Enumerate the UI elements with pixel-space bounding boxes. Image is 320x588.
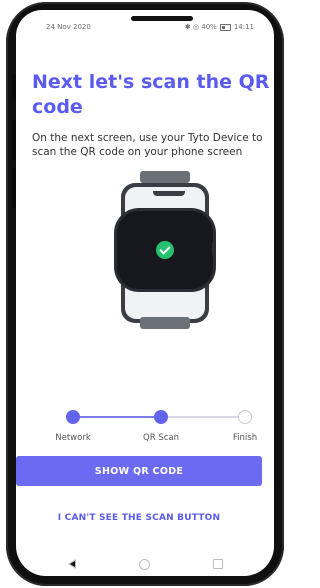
device-strap-bottom — [140, 317, 190, 329]
stepper-line-1 — [73, 416, 161, 418]
watch-device-icon — [117, 211, 213, 289]
notch — [131, 16, 193, 21]
back-icon[interactable] — [67, 559, 76, 569]
phone-notch-illustration — [153, 191, 185, 196]
device-strap-top — [140, 171, 190, 183]
cant-see-scan-button-link[interactable]: I CAN'T SEE THE SCAN BUTTON — [16, 508, 262, 528]
stepper-line-2 — [165, 416, 245, 418]
instruction-text: On the next screen, use your Tyto Device… — [32, 132, 263, 158]
step-dot-finish — [238, 410, 252, 424]
show-qr-code-button[interactable]: SHOW QR CODE — [16, 456, 262, 486]
check-icon — [156, 241, 174, 259]
device-illustration — [111, 171, 221, 329]
step-label-finish: Finish — [232, 433, 258, 443]
progress-stepper: Network QR Scan Finish — [16, 400, 274, 450]
step-label-network: Network — [55, 433, 91, 443]
phone-screen: 24 Nov 2020 ✱ ◎ 40% 14:11 Next let's sca… — [16, 10, 274, 576]
step-label-qr-scan: QR Scan — [143, 433, 179, 443]
status-bar: 24 Nov 2020 ✱ ◎ 40% 14:11 — [16, 10, 274, 36]
step-dot-network — [66, 410, 80, 424]
page-title: Next let's scan the QR code — [32, 71, 270, 118]
status-indicator-text: ✱ ◎ 40% — [184, 23, 217, 31]
device-side-button — [212, 242, 216, 256]
status-indicators: ✱ ◎ 40% 14:11 — [185, 23, 254, 31]
status-time: 14:11 — [233, 23, 254, 31]
step-dot-qr-scan — [154, 410, 168, 424]
system-navbar — [16, 548, 274, 580]
status-date: 24 Nov 2020 — [46, 23, 91, 31]
battery-icon — [219, 23, 231, 31]
recents-icon[interactable] — [212, 559, 223, 569]
home-icon[interactable] — [138, 558, 150, 570]
